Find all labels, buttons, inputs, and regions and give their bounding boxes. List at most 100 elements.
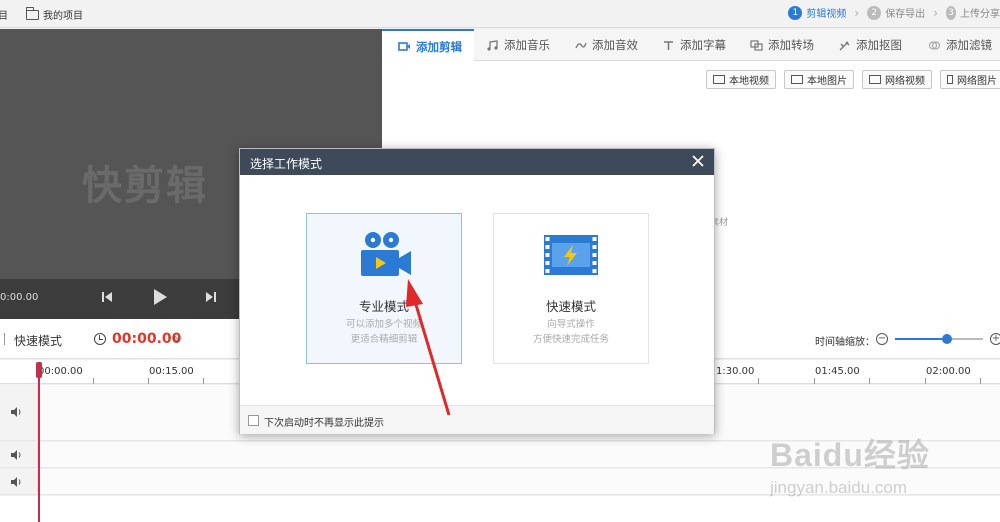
previous-frame-icon[interactable]: [100, 290, 114, 304]
divider: [4, 333, 5, 345]
ruler-tick: [758, 378, 759, 384]
tab-add-music[interactable]: 添加音乐: [486, 29, 550, 61]
tab-label: 添加转场: [768, 38, 814, 52]
step-save-export[interactable]: 2 保存导出: [867, 5, 925, 20]
playhead-line[interactable]: [38, 362, 40, 522]
ruler-tick: [869, 378, 870, 384]
preview-time: 0:00.00: [0, 292, 39, 303]
tab-label: 添加音乐: [504, 38, 550, 52]
step-edit-video[interactable]: 1 剪辑视频: [788, 5, 846, 20]
ruler-tick: [925, 378, 926, 384]
mode-description: 可以添加多个视频: [345, 319, 422, 330]
button-label: 本地视频: [729, 76, 769, 87]
step-label: 保存导出: [885, 9, 926, 20]
mode-name: 专业模式: [358, 299, 409, 314]
ruler-label: 02:00.00: [926, 366, 971, 377]
music-note-icon: [487, 39, 498, 51]
zoom-in-icon[interactable]: +: [990, 333, 1000, 345]
button-label: 网络图片: [957, 76, 997, 87]
mode-description: 向导式操作: [547, 319, 595, 330]
ruler-tick: [203, 378, 204, 384]
tab-label: 添加音效: [592, 38, 638, 52]
ruler-tick: [148, 378, 149, 384]
tab-add-clip[interactable]: 添加剪辑: [382, 29, 474, 62]
ruler-label: 00:15.00: [149, 366, 194, 377]
empty-track-area: [0, 496, 1000, 522]
chevron-right-icon: ›: [854, 5, 860, 20]
sound-effect-icon: [575, 42, 587, 48]
web-video-button[interactable]: 网络视频: [862, 70, 932, 89]
folder-icon: [26, 6, 39, 20]
local-video-button[interactable]: 本地视频: [706, 70, 776, 89]
step-number: 2: [867, 5, 882, 20]
cutout-icon: [839, 41, 850, 50]
image-file-icon: [947, 75, 953, 84]
tab-label: 添加抠图: [856, 38, 902, 52]
next-frame-icon[interactable]: [204, 290, 218, 304]
panel-tabs: 添加剪辑 添加音乐 添加音效 添加字幕 添加转场 添加抠图 添加滤镜: [382, 29, 1000, 62]
work-mode-dialog: 选择工作模式 专业模式 可以添加多个视频 更适合精细剪辑 快速模式 向导式操作 …: [239, 148, 715, 434]
zoom-label: 时间轴缩放：: [815, 337, 875, 348]
preview-watermark: 快剪辑: [82, 163, 208, 209]
button-label: 网络视频: [885, 76, 925, 87]
checkbox-label: 下次启动时不再显示此提示: [264, 418, 384, 429]
mode-description: 方便快速完成任务: [532, 334, 609, 345]
clock-icon: [94, 333, 106, 345]
menu-item-partial[interactable]: 目: [0, 7, 8, 22]
tab-add-subtitle[interactable]: 添加字幕: [662, 29, 726, 61]
zoom-slider-rest: [950, 338, 983, 340]
baidu-logo-watermark: Baidu经验: [770, 437, 930, 473]
web-image-button[interactable]: 网络图片: [940, 70, 1000, 89]
filter-icon: [928, 40, 941, 50]
step-number: 1: [788, 5, 803, 20]
ruler-label: 00:00.00: [38, 366, 83, 377]
mode-description: 更适合精细剪辑: [350, 334, 418, 345]
top-bar: 目 我的项目 1 剪辑视频 › 2 保存导出 › 3 上传分享: [0, 0, 1000, 28]
tab-add-transition[interactable]: 添加转场: [750, 29, 814, 61]
mode-toggle[interactable]: 快速模式: [14, 332, 62, 349]
dont-show-again-checkbox[interactable]: [248, 415, 259, 426]
ruler-tick: [93, 378, 94, 384]
image-file-icon: [791, 75, 803, 84]
tab-label: 添加字幕: [680, 38, 726, 52]
tab-add-sound-effect[interactable]: 添加音效: [574, 29, 638, 61]
speaker-icon[interactable]: [10, 476, 22, 488]
my-projects-label: 我的项目: [43, 11, 83, 22]
dialog-footer: 下次启动时不再显示此提示: [240, 405, 714, 434]
professional-mode-card[interactable]: 专业模式 可以添加多个视频 更适合精细剪辑: [306, 213, 462, 364]
baidu-url-watermark: jingyan.baidu.com: [770, 478, 908, 497]
dialog-header: 选择工作模式: [240, 149, 714, 175]
playhead-handle[interactable]: [36, 362, 42, 378]
video-file-icon: [713, 75, 725, 84]
edit-pencil-icon[interactable]: ✎: [172, 335, 180, 346]
track-header: [0, 385, 38, 440]
tab-add-filter[interactable]: 添加滤镜: [928, 29, 992, 61]
quick-mode-card[interactable]: 快速模式 向导式操作 方便快速完成任务: [493, 213, 649, 364]
tab-label: 添加滤镜: [946, 38, 992, 52]
mode-name: 快速模式: [545, 299, 596, 314]
step-number: 3: [946, 5, 956, 20]
track-header: [0, 442, 38, 467]
step-label: 上传分享: [960, 9, 1000, 20]
button-label: 本地图片: [807, 76, 847, 87]
speaker-icon[interactable]: [10, 406, 22, 418]
local-image-button[interactable]: 本地图片: [784, 70, 854, 89]
transition-icon: [750, 39, 763, 51]
play-icon[interactable]: [152, 288, 168, 306]
zoom-slider-knob[interactable]: [942, 334, 952, 344]
close-icon[interactable]: [690, 153, 706, 169]
tab-add-cutout[interactable]: 添加抠图: [838, 29, 902, 61]
film-strip-icon: [544, 235, 598, 275]
step-upload-share[interactable]: 3 上传分享: [946, 5, 1000, 20]
speaker-icon[interactable]: [10, 449, 22, 461]
video-file-icon: [869, 75, 881, 84]
chevron-right-icon: ›: [933, 5, 938, 20]
track-header: [0, 496, 38, 522]
zoom-out-icon[interactable]: −: [876, 333, 888, 345]
my-projects-button[interactable]: 我的项目: [26, 6, 83, 22]
ruler-label: 01:45.00: [815, 366, 860, 377]
tab-label: 添加剪辑: [416, 39, 462, 54]
ruler-tick: [980, 378, 981, 384]
video-camera-icon: [398, 42, 410, 51]
dialog-title: 选择工作模式: [250, 157, 323, 171]
